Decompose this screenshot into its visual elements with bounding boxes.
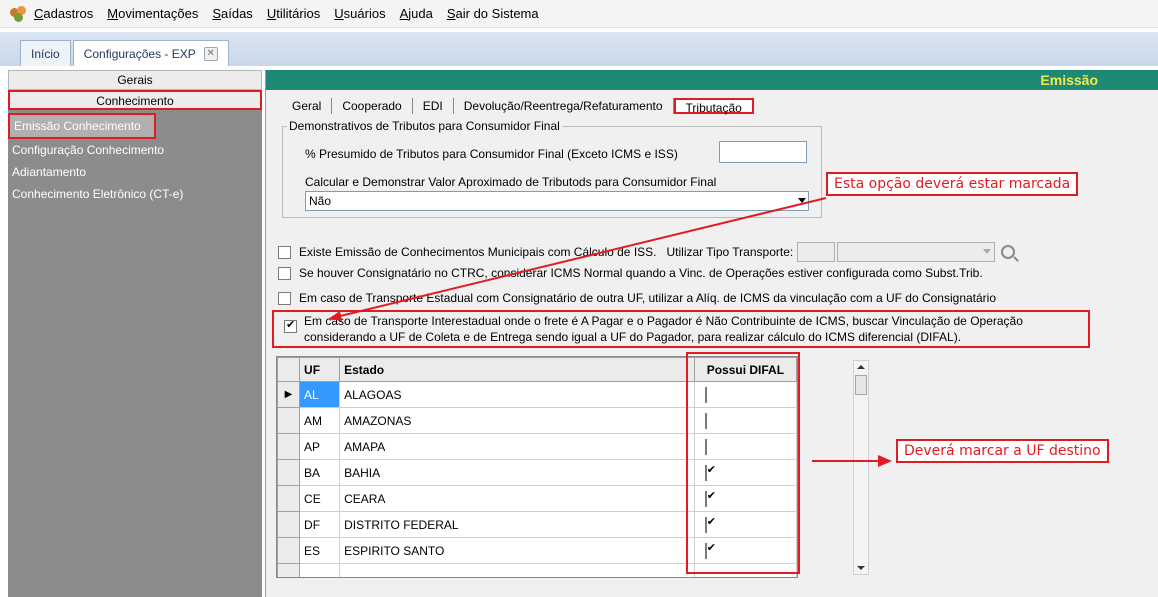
- tab-cooperado[interactable]: Cooperado: [332, 98, 413, 114]
- cell-uf[interactable]: AP: [299, 433, 341, 460]
- tab-geral[interactable]: Geral: [282, 98, 333, 114]
- menu-usuarios[interactable]: Usuários: [334, 6, 385, 21]
- difal-label: Em caso de Transporte Interestadual onde…: [304, 313, 1084, 345]
- cell-estado[interactable]: CEARA: [339, 485, 695, 512]
- tab-tributacao[interactable]: Tributação: [673, 98, 754, 115]
- municipais-row: Existe Emissão de Conhecimentos Municipa…: [278, 242, 1016, 262]
- presumido-label: % Presumido de Tributos para Consumidor …: [305, 147, 678, 161]
- consumidor-final-group: Demonstrativos de Tributos para Consumid…: [282, 119, 822, 218]
- cell-estado[interactable]: AMAPA: [339, 433, 695, 460]
- cell-uf[interactable]: AM: [299, 407, 341, 434]
- panel-title: Emissão: [266, 70, 1158, 90]
- cell-uf[interactable]: BA: [299, 459, 341, 486]
- tab-inicio[interactable]: Início: [20, 40, 71, 66]
- difal-checkbox[interactable]: [284, 318, 297, 333]
- menu-ajuda[interactable]: Ajuda: [400, 6, 433, 21]
- consignatario-label: Se houver Consignatário no CTRC, conside…: [299, 266, 983, 280]
- chevron-down-icon: [983, 249, 992, 254]
- difal-label-line2: considerando a UF de Coleta e de Entrega…: [304, 330, 962, 344]
- sidebar-item-emissao-conhecimento[interactable]: Emissão Conhecimento: [8, 113, 156, 139]
- scroll-down-icon[interactable]: [857, 566, 865, 570]
- cell-estado[interactable]: ESPIRITO SANTO: [339, 537, 695, 564]
- row-indicator: ▶: [277, 381, 301, 408]
- estadual-row: Em caso de Transporte Estadual com Consi…: [278, 291, 996, 305]
- menu-bar: Cadastros Movimentações Saídas Utilitári…: [0, 0, 1158, 28]
- row-indicator: [277, 459, 301, 486]
- tab-inicio-label: Início: [31, 46, 60, 61]
- difal-label-line1: Em caso de Transporte Interestadual onde…: [304, 314, 1023, 328]
- cell-estado: [339, 563, 695, 577]
- grid-scrollbar[interactable]: [853, 360, 869, 575]
- calcular-select[interactable]: Não: [305, 191, 809, 211]
- group-legend: Demonstrativos de Tributos para Consumid…: [287, 119, 562, 133]
- sidebar: Gerais Conhecimento Emissão Conhecimento…: [8, 70, 262, 597]
- row-indicator: [277, 563, 301, 577]
- municipais-label: Existe Emissão de Conhecimentos Municipa…: [299, 245, 657, 259]
- cell-estado[interactable]: DISTRITO FEDERAL: [339, 511, 695, 538]
- tipo-transporte-label: Utilizar Tipo Transporte:: [666, 245, 794, 259]
- municipais-checkbox[interactable]: [278, 245, 291, 259]
- cell-estado[interactable]: ALAGOAS: [339, 381, 695, 408]
- subtab-bar: Geral Cooperado EDI Devolução/Reentrega/…: [282, 96, 754, 116]
- difal-option-highlight: Em caso de Transporte Interestadual onde…: [272, 310, 1090, 348]
- cell-uf[interactable]: ES: [299, 537, 341, 564]
- scroll-up-icon[interactable]: [857, 365, 865, 369]
- cell-estado[interactable]: BAHIA: [339, 459, 695, 486]
- cell-uf: [299, 563, 341, 577]
- tab-edi[interactable]: EDI: [413, 98, 454, 114]
- calcular-select-value: Não: [309, 194, 332, 208]
- sidebar-item-adiantamento[interactable]: Adiantamento: [8, 161, 262, 183]
- consignatario-checkbox[interactable]: [278, 266, 291, 280]
- main-panel: Emissão Geral Cooperado EDI Devolução/Re…: [265, 70, 1158, 597]
- row-indicator: [277, 511, 301, 538]
- consignatario-row: Se houver Consignatário no CTRC, conside…: [278, 266, 983, 280]
- annotation-uf-destino: Deverá marcar a UF destino: [896, 439, 1109, 463]
- sidebar-item-cte[interactable]: Conhecimento Eletrônico (CT-e): [8, 183, 262, 205]
- grid-header-uf[interactable]: UF: [299, 357, 341, 382]
- menu-utilitarios[interactable]: Utilitários: [267, 6, 320, 21]
- estadual-checkbox[interactable]: [278, 291, 291, 305]
- annotation-marcada: Esta opção deverá estar marcada: [826, 172, 1079, 196]
- cell-uf[interactable]: DF: [299, 511, 341, 538]
- menu-movimentacoes[interactable]: Movimentações: [107, 6, 198, 21]
- estadual-label: Em caso de Transporte Estadual com Consi…: [299, 291, 997, 305]
- tab-configuracoes-label: Configurações - EXP: [83, 46, 196, 61]
- cell-uf[interactable]: AL: [299, 381, 341, 408]
- grid-header-estado[interactable]: Estado: [339, 357, 695, 382]
- tipo-transporte-code-input[interactable]: [797, 242, 836, 262]
- grid-indicator-header: [277, 357, 301, 382]
- close-icon[interactable]: ✕: [203, 46, 218, 61]
- app-logo-icon: [10, 5, 28, 22]
- row-indicator: [277, 537, 301, 564]
- row-indicator: [277, 433, 301, 460]
- tab-bar: Início Configurações - EXP ✕: [0, 32, 1158, 66]
- chevron-down-icon: [798, 198, 806, 203]
- row-indicator: [277, 407, 301, 434]
- menu-sair[interactable]: Sair do Sistema: [447, 6, 539, 21]
- calcular-label: Calcular e Demonstrar Valor Aproximado d…: [305, 175, 717, 189]
- menu-cadastros[interactable]: Cadastros: [34, 6, 93, 21]
- cell-uf[interactable]: CE: [299, 485, 341, 512]
- tab-devolucao[interactable]: Devolução/Reentrega/Refaturamento: [454, 98, 674, 114]
- row-indicator: [277, 485, 301, 512]
- scroll-thumb[interactable]: [855, 375, 867, 395]
- cell-estado[interactable]: AMAZONAS: [339, 407, 695, 434]
- search-icon[interactable]: [1001, 245, 1016, 259]
- difal-column-highlight: [686, 352, 800, 574]
- tab-configuracoes[interactable]: Configurações - EXP ✕: [72, 40, 229, 66]
- presumido-input[interactable]: [719, 141, 807, 163]
- sidebar-section-gerais[interactable]: Gerais: [8, 70, 262, 90]
- sidebar-section-conhecimento[interactable]: Conhecimento: [8, 90, 262, 110]
- menu-saidas[interactable]: Saídas: [212, 6, 252, 21]
- sidebar-item-configuracao-conhecimento[interactable]: Configuração Conhecimento: [8, 139, 262, 161]
- tipo-transporte-select[interactable]: [837, 242, 996, 262]
